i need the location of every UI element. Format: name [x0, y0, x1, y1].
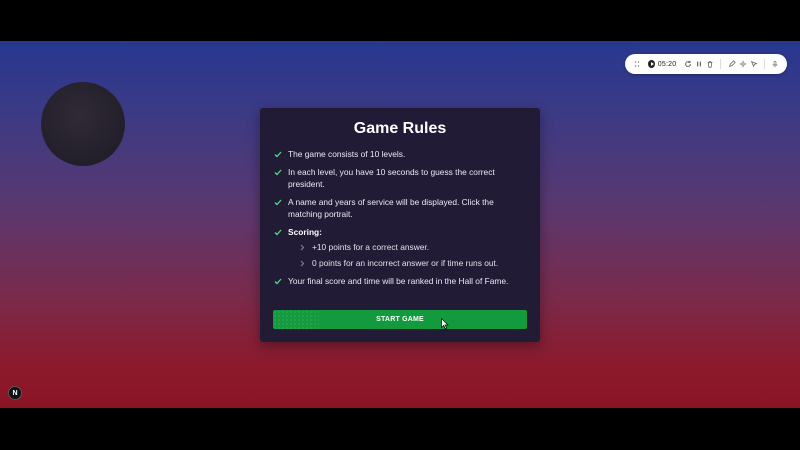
mouse-cursor-icon — [441, 318, 449, 329]
portrait-placeholder — [41, 82, 125, 166]
check-icon — [274, 226, 288, 238]
badge-label: N — [12, 389, 18, 397]
toolbar-divider — [720, 59, 722, 69]
game-rules-card: Game Rules The game consists of 10 level… — [260, 108, 540, 342]
mic-icon[interactable] — [770, 58, 781, 71]
cursor-icon[interactable] — [748, 58, 759, 71]
scoring-heading: Scoring: — [288, 227, 322, 237]
scoring-text: +10 points for a correct answer. — [312, 242, 430, 252]
restart-icon[interactable] — [682, 58, 693, 71]
drag-handle-icon[interactable] — [631, 58, 642, 71]
pause-icon[interactable] — [693, 58, 704, 71]
rule-item: A name and years of service will be disp… — [274, 196, 524, 220]
game-background: 05:20 Game Rules The game consists of 10 — [0, 41, 800, 408]
check-icon — [274, 275, 288, 287]
rule-text: In each level, you have 10 seconds to gu… — [288, 167, 495, 189]
recording-timer: 05:20 — [657, 60, 677, 68]
check-icon — [274, 166, 288, 190]
rule-text: A name and years of service will be disp… — [288, 197, 494, 219]
recording-toolbar: 05:20 — [625, 54, 787, 74]
play-icon[interactable] — [648, 60, 655, 68]
button-speckle — [273, 310, 319, 329]
start-game-label: START GAME — [376, 316, 424, 323]
card-title: Game Rules — [353, 120, 447, 137]
check-icon — [274, 148, 288, 160]
settings-icon[interactable] — [737, 58, 748, 71]
chevron-right-icon — [300, 257, 312, 269]
rule-item: The game consists of 10 levels. — [274, 148, 524, 160]
trash-icon[interactable] — [704, 58, 715, 71]
rule-text: Your final score and time will be ranked… — [288, 276, 509, 286]
chevron-right-icon — [300, 241, 312, 253]
n-logo-badge[interactable]: N — [8, 386, 22, 400]
scoring-text: 0 points for an incorrect answer or if t… — [312, 258, 499, 268]
rule-item: Scoring: — [274, 226, 524, 238]
rule-text: The game consists of 10 levels. — [288, 149, 406, 159]
rule-item: Your final score and time will be ranked… — [274, 275, 524, 287]
rule-item: In each level, you have 10 seconds to gu… — [274, 166, 524, 190]
scoring-item: +10 points for a correct answer. — [300, 241, 520, 253]
pencil-icon[interactable] — [726, 58, 737, 71]
toolbar-divider — [764, 59, 765, 69]
check-icon — [274, 196, 288, 220]
start-game-button[interactable]: START GAME — [273, 310, 527, 329]
scoring-item: 0 points for an incorrect answer or if t… — [300, 257, 520, 269]
